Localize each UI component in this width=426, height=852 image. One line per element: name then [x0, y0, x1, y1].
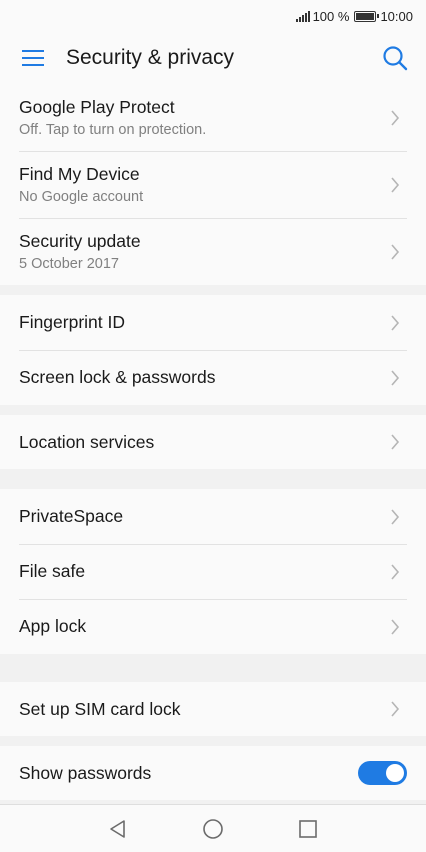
- row-sublabel: 5 October 2017: [19, 256, 119, 272]
- section-divider: [0, 405, 426, 415]
- home-circle-icon: [203, 818, 223, 839]
- row-security-update[interactable]: Security update 5 October 2017: [0, 218, 426, 285]
- home-button[interactable]: [166, 805, 261, 852]
- row-location-services[interactable]: Location services: [0, 415, 426, 469]
- row-label: Location services: [19, 431, 155, 452]
- chevron-right-icon: [391, 243, 400, 260]
- back-button[interactable]: [71, 805, 166, 852]
- section-divider: [0, 654, 426, 682]
- row-label: Fingerprint ID: [19, 312, 126, 332]
- chevron-right-icon: [391, 701, 400, 717]
- settings-group: Location services: [0, 415, 426, 469]
- clock: 10:00: [380, 8, 413, 24]
- search-icon: [383, 46, 408, 71]
- page-title: Security & privacy: [66, 46, 235, 69]
- row-label: Show passwords: [19, 762, 152, 783]
- show-passwords-toggle[interactable]: [358, 761, 407, 785]
- row-label: Security update: [19, 231, 141, 251]
- row-google-play-protect[interactable]: Google Play Protect Off. Tap to turn on …: [0, 84, 426, 151]
- navigation-bar: [0, 804, 426, 852]
- section-divider: [0, 285, 426, 295]
- battery-percent: 100 %: [312, 8, 350, 24]
- settings-group: PrivateSpace File safe App lock: [0, 489, 426, 654]
- row-app-lock[interactable]: App lock: [0, 599, 426, 654]
- settings-group: Google Play Protect Off. Tap to turn on …: [0, 84, 426, 285]
- row-sim-card-lock[interactable]: Set up SIM card lock: [0, 682, 426, 736]
- chevron-right-icon: [391, 109, 400, 126]
- row-fingerprint-id[interactable]: Fingerprint ID: [0, 295, 426, 350]
- recents-button[interactable]: [261, 805, 356, 852]
- chevron-right-icon: [391, 176, 400, 193]
- hamburger-icon: [22, 50, 44, 66]
- row-label: Screen lock & passwords: [19, 367, 216, 387]
- row-label: Set up SIM card lock: [19, 698, 181, 719]
- settings-group: Show passwords: [0, 746, 426, 800]
- settings-group: Fingerprint ID Screen lock & passwords: [0, 295, 426, 405]
- row-privatespace[interactable]: PrivateSpace: [0, 489, 426, 544]
- recents-square-icon: [299, 819, 317, 838]
- row-label: Google Play Protect: [19, 97, 175, 117]
- chevron-right-icon: [391, 434, 400, 450]
- chevron-right-icon: [391, 508, 400, 525]
- chevron-right-icon: [391, 369, 400, 386]
- row-find-my-device[interactable]: Find My Device No Google account: [0, 151, 426, 218]
- row-file-safe[interactable]: File safe: [0, 544, 426, 599]
- row-label: App lock: [19, 616, 87, 636]
- menu-button[interactable]: [0, 32, 66, 84]
- signal-icon: [295, 10, 310, 22]
- row-show-passwords[interactable]: Show passwords: [0, 746, 426, 800]
- search-button[interactable]: [364, 32, 426, 84]
- row-sublabel: No Google account: [19, 189, 144, 205]
- status-bar: 100 % 10:00: [0, 0, 426, 32]
- battery-icon: [354, 10, 380, 22]
- toggle-knob: [386, 764, 404, 782]
- chevron-right-icon: [391, 314, 400, 331]
- row-sublabel: Off. Tap to turn on protection.: [19, 122, 207, 138]
- settings-group: Set up SIM card lock: [0, 682, 426, 736]
- section-divider: [0, 736, 426, 746]
- chevron-right-icon: [391, 563, 400, 580]
- row-screen-lock[interactable]: Screen lock & passwords: [0, 350, 426, 405]
- section-divider: [0, 469, 426, 489]
- row-label: Find My Device: [19, 164, 140, 184]
- back-triangle-icon: [110, 819, 125, 838]
- chevron-right-icon: [391, 618, 400, 635]
- settings-list: Google Play Protect Off. Tap to turn on …: [0, 84, 426, 800]
- row-label: File safe: [19, 561, 86, 581]
- app-bar: Security & privacy: [0, 32, 426, 84]
- row-label: PrivateSpace: [19, 506, 124, 526]
